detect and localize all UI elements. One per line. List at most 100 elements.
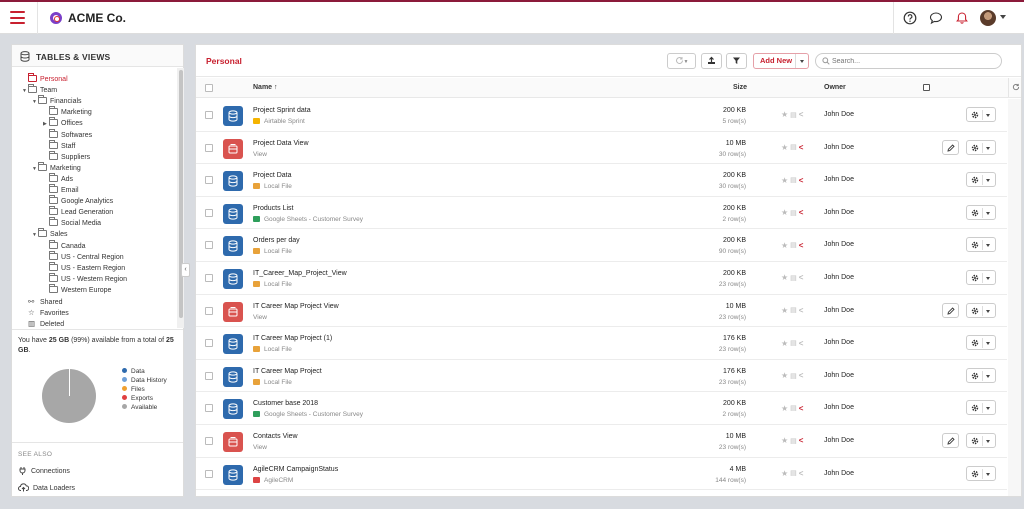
tree-item[interactable]: ⚯ Shared	[22, 296, 63, 307]
copy-icon[interactable]: ▤	[790, 339, 797, 347]
tree-item[interactable]: ▼ Financials	[32, 95, 82, 107]
row-checkbox[interactable]	[205, 208, 213, 217]
star-icon[interactable]: ★	[781, 273, 788, 282]
share-icon[interactable]: <	[799, 176, 804, 185]
select-all-checkbox[interactable]	[205, 84, 213, 92]
copy-icon[interactable]: ▤	[790, 437, 797, 445]
table-row[interactable]: Customer base 2018 Google Sheets - Custom…	[196, 392, 1007, 425]
star-icon[interactable]: ★	[781, 404, 788, 413]
tree-item[interactable]: ▥ Deleted	[22, 318, 64, 329]
table-row[interactable]: Orders per day Local File 200 KB 90 row(s) ★…	[196, 229, 1007, 262]
owner-column-header[interactable]: Owner	[824, 84, 846, 91]
copy-icon[interactable]: ▤	[790, 306, 797, 314]
row-checkbox[interactable]	[205, 111, 213, 119]
row-checkbox[interactable]	[205, 339, 213, 348]
row-name[interactable]: Customer base 2018	[253, 400, 318, 407]
copy-icon[interactable]: ▤	[790, 372, 797, 380]
copy-icon[interactable]: ▤	[790, 209, 797, 217]
table-row[interactable]: AgileCRM Campaign and TriggerAgileCRM4 M…	[196, 490, 1007, 496]
row-checkbox[interactable]	[205, 437, 213, 445]
upload-button[interactable]	[701, 53, 722, 69]
refresh-columns-button[interactable]	[1008, 78, 1021, 97]
share-icon[interactable]: <	[799, 404, 804, 413]
copy-icon[interactable]: ▤	[790, 143, 797, 151]
row-settings-button[interactable]	[966, 433, 996, 448]
column-toggle-icon[interactable]	[923, 84, 930, 91]
share-icon[interactable]: <	[799, 469, 804, 478]
tree-item[interactable]: US - Eastern Region	[43, 261, 125, 274]
share-icon[interactable]: <	[799, 273, 804, 282]
tree-item[interactable]: Western Europe	[43, 283, 111, 296]
row-settings-button[interactable]	[966, 367, 996, 383]
refresh-button[interactable]: ▼	[667, 53, 696, 69]
share-icon[interactable]: <	[799, 241, 804, 250]
size-column-header[interactable]: Size	[733, 84, 747, 91]
row-settings-button[interactable]	[966, 465, 996, 481]
row-name[interactable]: Products List	[253, 205, 293, 212]
table-row[interactable]: IT Career Map Project View View 10 MB 23 ro…	[196, 295, 1007, 328]
row-checkbox[interactable]	[205, 469, 213, 478]
filter-button[interactable]	[726, 53, 747, 69]
row-name[interactable]: IT Career Map Project (1)	[253, 335, 332, 342]
row-settings-button[interactable]	[966, 204, 996, 220]
row-checkbox[interactable]	[205, 306, 213, 315]
copy-icon[interactable]: ▤	[790, 404, 797, 412]
share-icon[interactable]: <	[799, 306, 804, 315]
user-avatar[interactable]	[980, 10, 996, 26]
row-name[interactable]: Project Data View	[253, 140, 309, 147]
table-row[interactable]: Contacts View View 10 MB 23 row(s) ★ ▤ < John D…	[196, 425, 1007, 458]
row-name[interactable]: Project Data	[253, 172, 292, 179]
data-loaders-link[interactable]: Data Loaders	[18, 483, 183, 492]
row-name[interactable]: Project Sprint data	[253, 107, 311, 114]
row-settings-button[interactable]	[966, 270, 996, 285]
star-icon[interactable]: ★	[781, 339, 788, 348]
connections-link[interactable]: Connections	[18, 466, 183, 475]
copy-icon[interactable]: ▤	[790, 274, 797, 282]
row-checkbox[interactable]	[205, 176, 213, 185]
share-icon[interactable]: <	[799, 143, 804, 152]
star-icon[interactable]: ★	[781, 371, 788, 380]
row-checkbox[interactable]	[205, 143, 213, 152]
star-icon[interactable]: ★	[781, 241, 788, 250]
tree-item[interactable]: Staff	[43, 139, 75, 152]
table-row[interactable]: IT Career Map Project Local File 176 KB 23 …	[196, 360, 1007, 393]
row-settings-button[interactable]	[966, 172, 996, 188]
share-icon[interactable]: <	[799, 371, 804, 380]
menu-icon[interactable]	[10, 11, 25, 24]
row-settings-button[interactable]	[966, 237, 996, 253]
copy-icon[interactable]: ▤	[790, 111, 797, 119]
tree-item[interactable]: Social Media	[43, 217, 101, 229]
table-row[interactable]: IT_Career_Map_Project_View Local File 200 …	[196, 262, 1007, 295]
share-icon[interactable]: <	[799, 339, 804, 348]
share-icon[interactable]: <	[799, 110, 804, 119]
row-settings-button[interactable]	[966, 107, 996, 122]
table-row[interactable]: AgileCRM CampaignStatus AgileCRM 4 MB 144 r…	[196, 458, 1007, 491]
share-icon[interactable]: <	[799, 436, 804, 445]
table-row[interactable]: Project Data Local File 200 KB 30 row(s) ★ ▤ <…	[196, 164, 1007, 197]
row-settings-button[interactable]	[966, 302, 996, 318]
row-checkbox[interactable]	[205, 404, 213, 413]
row-name[interactable]: Orders per day	[253, 237, 300, 244]
copy-icon[interactable]: ▤	[790, 176, 797, 184]
star-icon[interactable]: ★	[781, 436, 788, 445]
tree-item[interactable]: US - Central Region	[43, 250, 124, 263]
table-row[interactable]: Products List Google Sheets - Customer Su…	[196, 197, 1007, 230]
row-settings-button[interactable]	[966, 335, 996, 351]
tree-item[interactable]: ▼ Marketing	[32, 161, 81, 174]
row-name[interactable]: IT Career Map Project View	[253, 303, 339, 310]
star-icon[interactable]: ★	[781, 208, 788, 217]
star-icon[interactable]: ★	[781, 176, 788, 185]
table-scrollbar[interactable]	[1008, 99, 1021, 496]
edit-button[interactable]	[942, 139, 959, 155]
row-checkbox[interactable]	[205, 371, 213, 380]
row-checkbox[interactable]	[205, 241, 213, 250]
collapse-sidebar-handle[interactable]: ‹	[181, 263, 190, 277]
tree-item[interactable]: ☆ Favorites	[22, 307, 69, 318]
tree-item[interactable]: Ads	[43, 172, 73, 185]
tree-item[interactable]: US - Western Region	[43, 272, 127, 285]
edit-button[interactable]	[942, 433, 959, 448]
name-column-header[interactable]: Name ↑	[253, 84, 278, 91]
row-settings-button[interactable]	[966, 139, 996, 155]
add-new-dropdown[interactable]	[795, 54, 808, 68]
row-name[interactable]: IT_Career_Map_Project_View	[253, 270, 347, 277]
